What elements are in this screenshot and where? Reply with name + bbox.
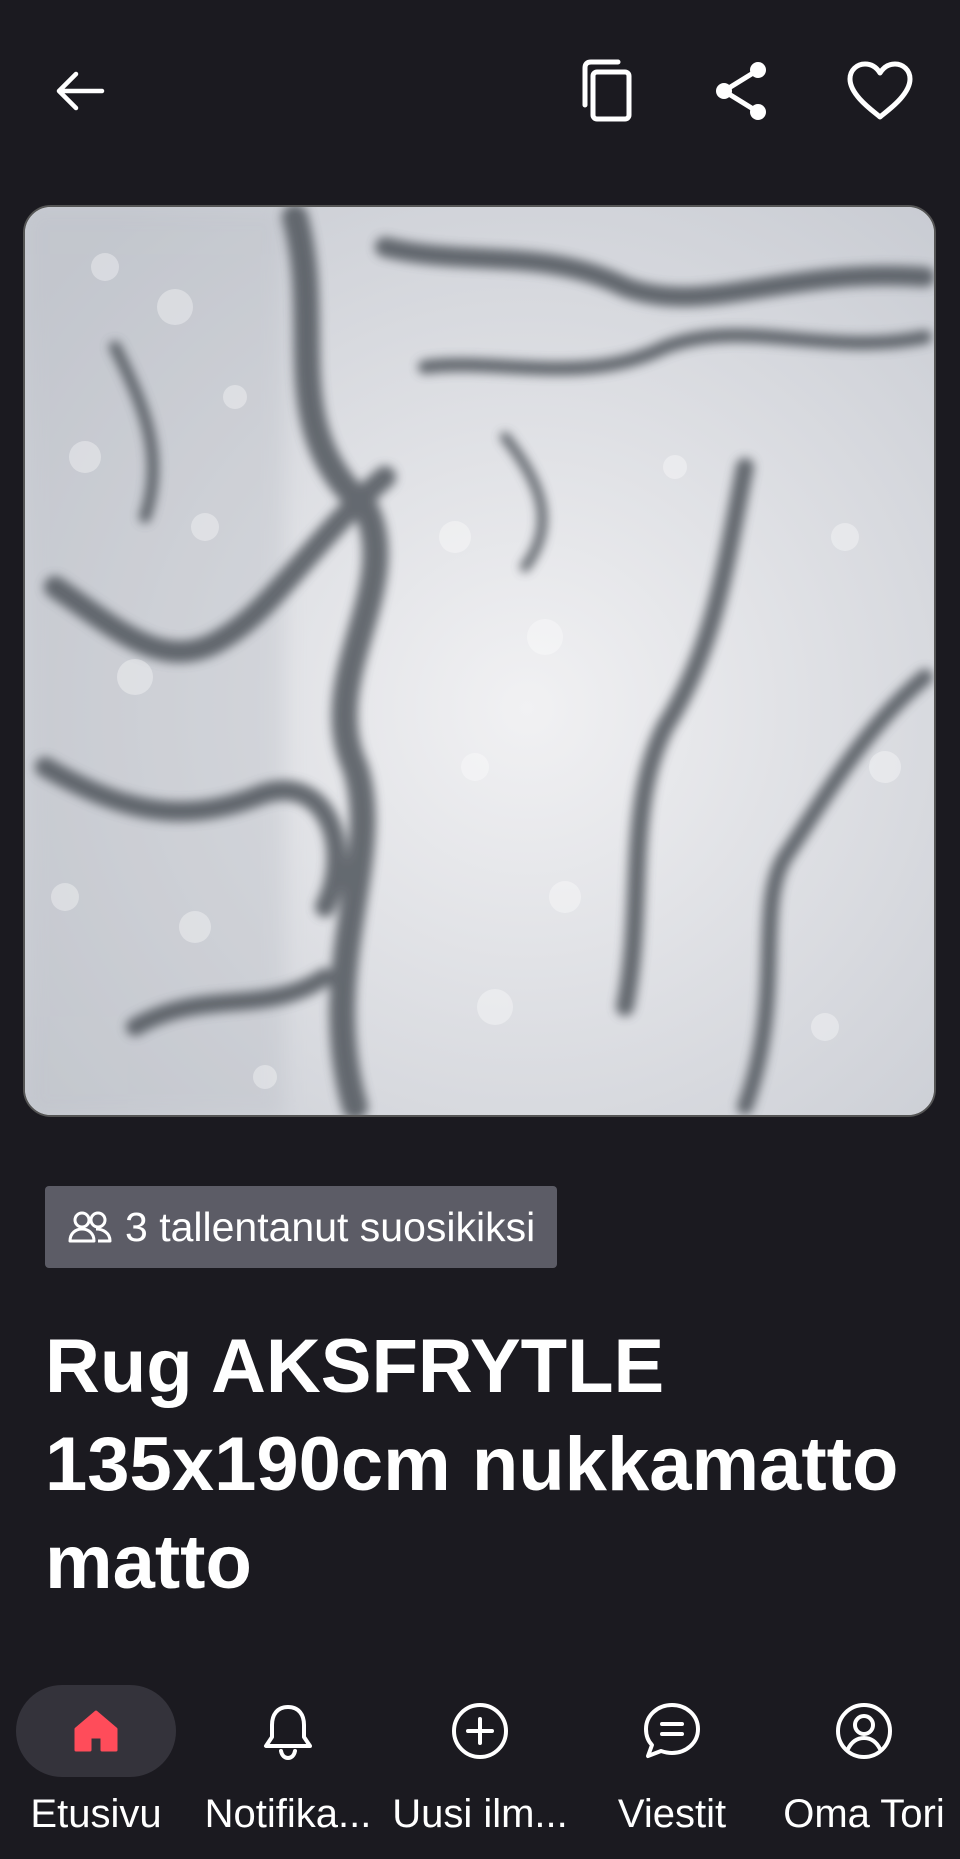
nav-label-etusivu: Etusivu	[30, 1792, 162, 1836]
nav-label-notifications: Notifika...	[204, 1792, 372, 1836]
saved-count-badge: 3 tallentanut suosikiksi	[45, 1186, 558, 1268]
chat-icon	[638, 1697, 706, 1765]
nav-label-new-listing: Uusi ilm...	[392, 1792, 568, 1836]
saved-count-text: 3 tallentanut suosikiksi	[125, 1203, 536, 1250]
plus-circle-icon	[446, 1697, 514, 1765]
listing-page: 3 tallentanut suosikiksi Rug AKSFRYTLE 1…	[0, 0, 960, 1859]
user-circle-icon	[830, 1697, 898, 1765]
listing-photo[interactable]	[23, 205, 936, 1117]
nav-item-etusivu[interactable]: Etusivu	[0, 1670, 192, 1859]
arrow-left-icon	[56, 71, 105, 111]
nav-item-notifications[interactable]: Notifika...	[192, 1670, 384, 1859]
copy-icon	[582, 59, 632, 122]
listing-title: Rug AKSFRYTLE 135x190cm nukkamatto matto	[45, 1324, 899, 1605]
rug-photo	[25, 207, 934, 1115]
nav-item-messages[interactable]: Viestit	[576, 1670, 768, 1859]
share-icon	[716, 62, 766, 120]
favorite-button[interactable]	[832, 43, 928, 139]
nav-item-oma-tori[interactable]: Oma Tori	[768, 1670, 960, 1859]
nav-label-oma-tori: Oma Tori	[783, 1792, 945, 1836]
top-bar	[0, 0, 960, 190]
bottom-navigation: Etusivu Notifika... Uusi ilm... Viestit …	[0, 1670, 960, 1859]
share-button[interactable]	[694, 43, 790, 139]
nav-label-messages: Viestit	[617, 1792, 727, 1836]
heart-outline-icon	[847, 61, 913, 120]
users-icon	[68, 1211, 112, 1243]
back-button[interactable]	[32, 43, 128, 139]
copy-button[interactable]	[560, 43, 656, 139]
nav-item-new-listing[interactable]: Uusi ilm...	[384, 1670, 576, 1859]
bell-icon	[254, 1697, 322, 1765]
home-icon	[62, 1697, 130, 1765]
